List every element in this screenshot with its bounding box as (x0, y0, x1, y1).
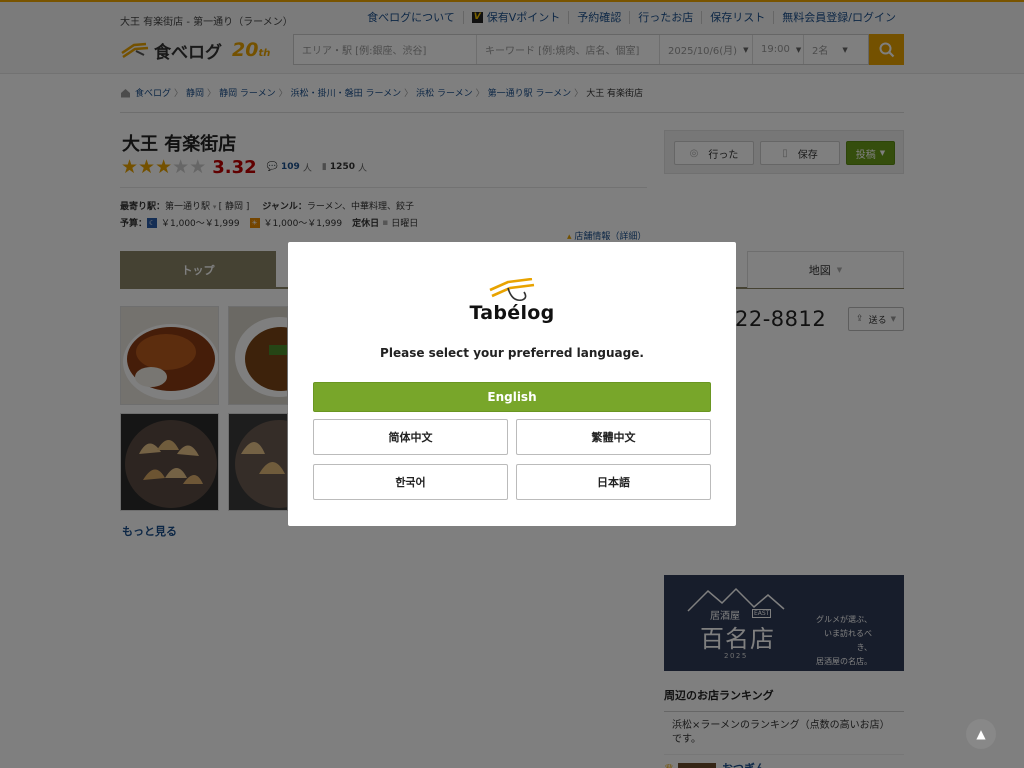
traditional-chinese-button[interactable]: 繁體中文 (516, 419, 711, 455)
chevron-up-icon: ▲ (976, 727, 986, 741)
korean-button[interactable]: 한국어 (313, 464, 508, 500)
tabelog-logo: Tabélog (288, 278, 736, 324)
language-modal: Tabélog Please select your preferred lan… (288, 242, 736, 526)
back-to-top-button[interactable]: ▲ (966, 719, 996, 749)
language-prompt: Please select your preferred language. (380, 346, 644, 360)
simplified-chinese-button[interactable]: 简体中文 (313, 419, 508, 455)
page: 大王 有楽街店 - 第一通り（ラーメン） 食べログについて V保有Vポイント 予… (0, 0, 1024, 768)
english-button[interactable]: English (313, 382, 711, 412)
chopsticks-logo-icon (489, 278, 535, 302)
logo-text: Tabélog (469, 302, 555, 324)
japanese-button[interactable]: 日本語 (516, 464, 711, 500)
